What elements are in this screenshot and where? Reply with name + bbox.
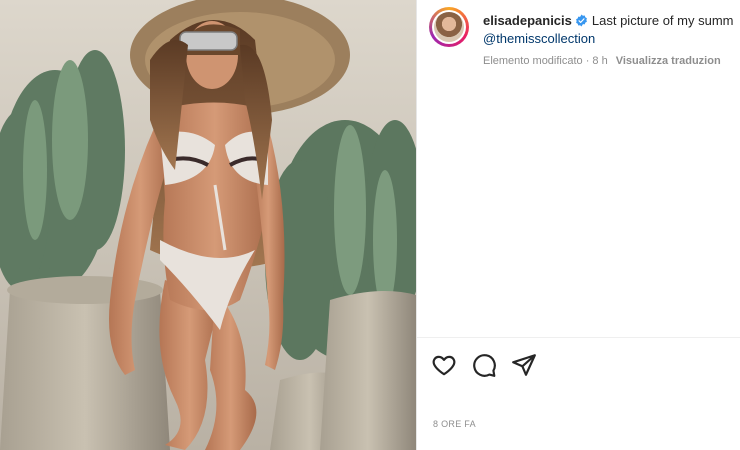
caption-text: Last picture of my summ	[591, 13, 734, 28]
comment-icon[interactable]	[471, 352, 497, 378]
post-timestamp[interactable]: 8 ORE FA	[433, 419, 476, 429]
edited-label: Elemento modificato · 8 h	[483, 55, 608, 67]
paper-plane-icon[interactable]	[511, 352, 537, 378]
avatar[interactable]	[429, 7, 469, 47]
post-sidebar: elisadepanicis Last picture of my summ @t…	[417, 0, 740, 450]
username-link[interactable]: elisadepanicis	[483, 13, 572, 28]
avatar-image	[434, 12, 464, 42]
heart-icon[interactable]	[431, 352, 457, 378]
action-bar	[431, 352, 537, 378]
post-meta: Elemento modificato · 8 h Visualizza trad…	[483, 55, 721, 67]
caption: elisadepanicis Last picture of my summ	[483, 12, 740, 32]
see-translation-button[interactable]: Visualizza traduzion	[616, 55, 721, 67]
mention-link[interactable]: @themisscollection	[483, 30, 595, 48]
post-image[interactable]	[0, 0, 416, 450]
separator	[417, 337, 740, 338]
